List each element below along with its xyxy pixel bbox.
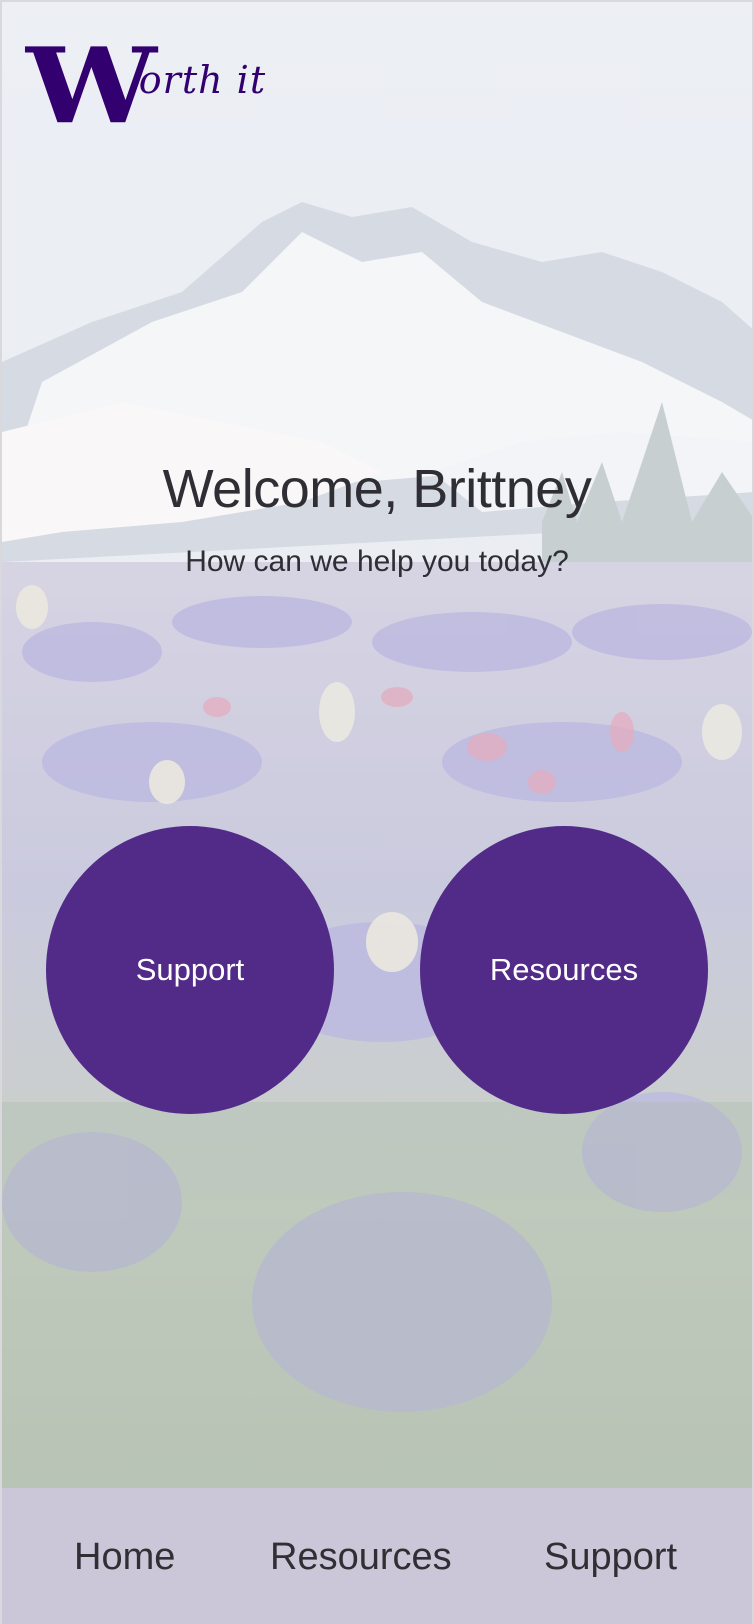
resources-button[interactable]: Resources — [420, 826, 708, 1114]
bottom-nav: Home Resources Support — [0, 1488, 754, 1624]
logo-letter: W — [26, 24, 157, 147]
welcome-subtitle: How can we help you today? — [185, 545, 569, 578]
nav-resources[interactable]: Resources — [270, 1536, 452, 1579]
nav-home[interactable]: Home — [74, 1536, 175, 1579]
support-button[interactable]: Support — [46, 826, 334, 1114]
background-image — [0, 0, 754, 1488]
app-logo: W orth it — [26, 24, 267, 147]
app-screen: W orth it Welcome, Brittney How can we h… — [0, 0, 754, 1624]
welcome-title: Welcome, Brittney — [162, 459, 592, 519]
logo-text: orth it — [138, 58, 267, 102]
nav-support[interactable]: Support — [544, 1536, 677, 1579]
